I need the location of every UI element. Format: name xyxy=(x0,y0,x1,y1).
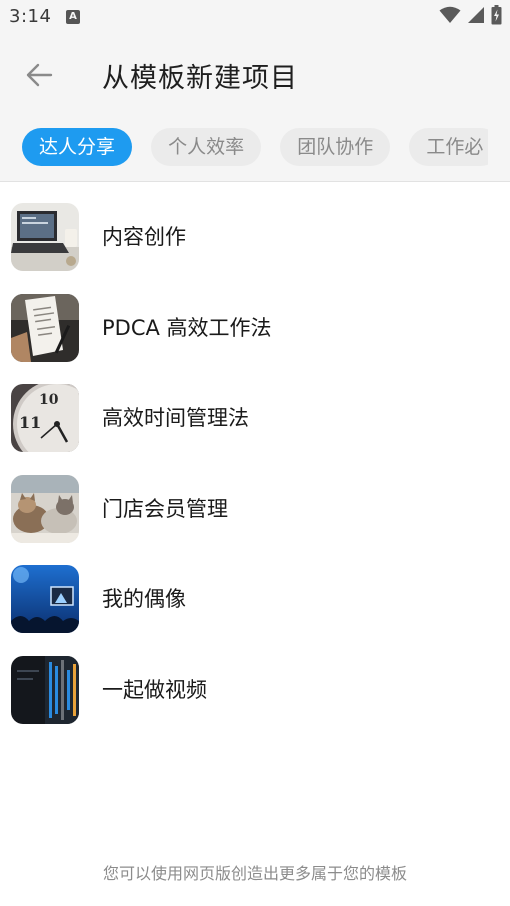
tab-talent-share[interactable]: 达人分享 xyxy=(22,128,133,166)
app-bar: 从模板新建项目 xyxy=(0,34,510,114)
list-item-label: 高效时间管理法 xyxy=(102,406,249,431)
list-item-label: 一起做视频 xyxy=(102,677,207,702)
list-item-label: 内容创作 xyxy=(102,225,186,249)
signal-icon xyxy=(467,6,485,28)
laptop-desk-photo xyxy=(11,203,79,271)
svg-text:10: 10 xyxy=(39,392,59,408)
list-item-my-idol[interactable]: 我的偶像 xyxy=(0,554,510,645)
page-title: 从模板新建项目 xyxy=(102,63,298,94)
status-time: 3:14 xyxy=(9,6,52,27)
list-item-make-video[interactable]: 一起做视频 xyxy=(0,645,510,736)
list-item-store-membership[interactable]: 门店会员管理 xyxy=(0,464,510,555)
list-item-label: PDCA 高效工作法 xyxy=(102,315,272,340)
battery-charging-icon xyxy=(491,5,502,29)
receipt-notes-photo xyxy=(11,293,79,362)
list-item-content-creation[interactable]: 内容创作 xyxy=(0,192,510,283)
list-item-label: 我的偶像 xyxy=(102,587,186,612)
list-item-label: 门店会员管理 xyxy=(102,496,228,521)
template-list: 内容创作 PDCA 高效工作法 11 10 高效时间管理法 门店会员管理 我的偶… xyxy=(0,192,510,736)
list-item-pdca[interactable]: PDCA 高效工作法 xyxy=(0,283,510,374)
wifi-icon xyxy=(439,6,461,28)
video-editing-photo xyxy=(11,655,79,724)
notification-a-icon: A xyxy=(66,10,80,24)
concert-stage-photo xyxy=(11,565,79,634)
category-tabs: 达人分享 个人效率 团队协作 工作必 xyxy=(0,114,510,182)
tab-personal-efficiency[interactable]: 个人效率 xyxy=(151,128,262,166)
status-icons xyxy=(439,5,502,29)
svg-text:11: 11 xyxy=(19,413,41,432)
footer-note: 您可以使用网页版创造出更多属于您的模板 xyxy=(102,864,407,883)
clock-face-photo: 11 10 xyxy=(11,384,79,453)
cats-photo xyxy=(11,474,79,543)
status-bar: 3:14 A xyxy=(0,0,510,34)
tabs-scroll[interactable]: 达人分享 个人效率 团队协作 工作必 xyxy=(22,128,488,166)
tab-work-essentials[interactable]: 工作必 xyxy=(409,128,488,166)
arrow-left-icon xyxy=(26,63,53,87)
tab-team-collaboration[interactable]: 团队协作 xyxy=(280,128,391,166)
list-item-time-management[interactable]: 11 10 高效时间管理法 xyxy=(0,373,510,464)
back-button[interactable] xyxy=(16,52,62,98)
